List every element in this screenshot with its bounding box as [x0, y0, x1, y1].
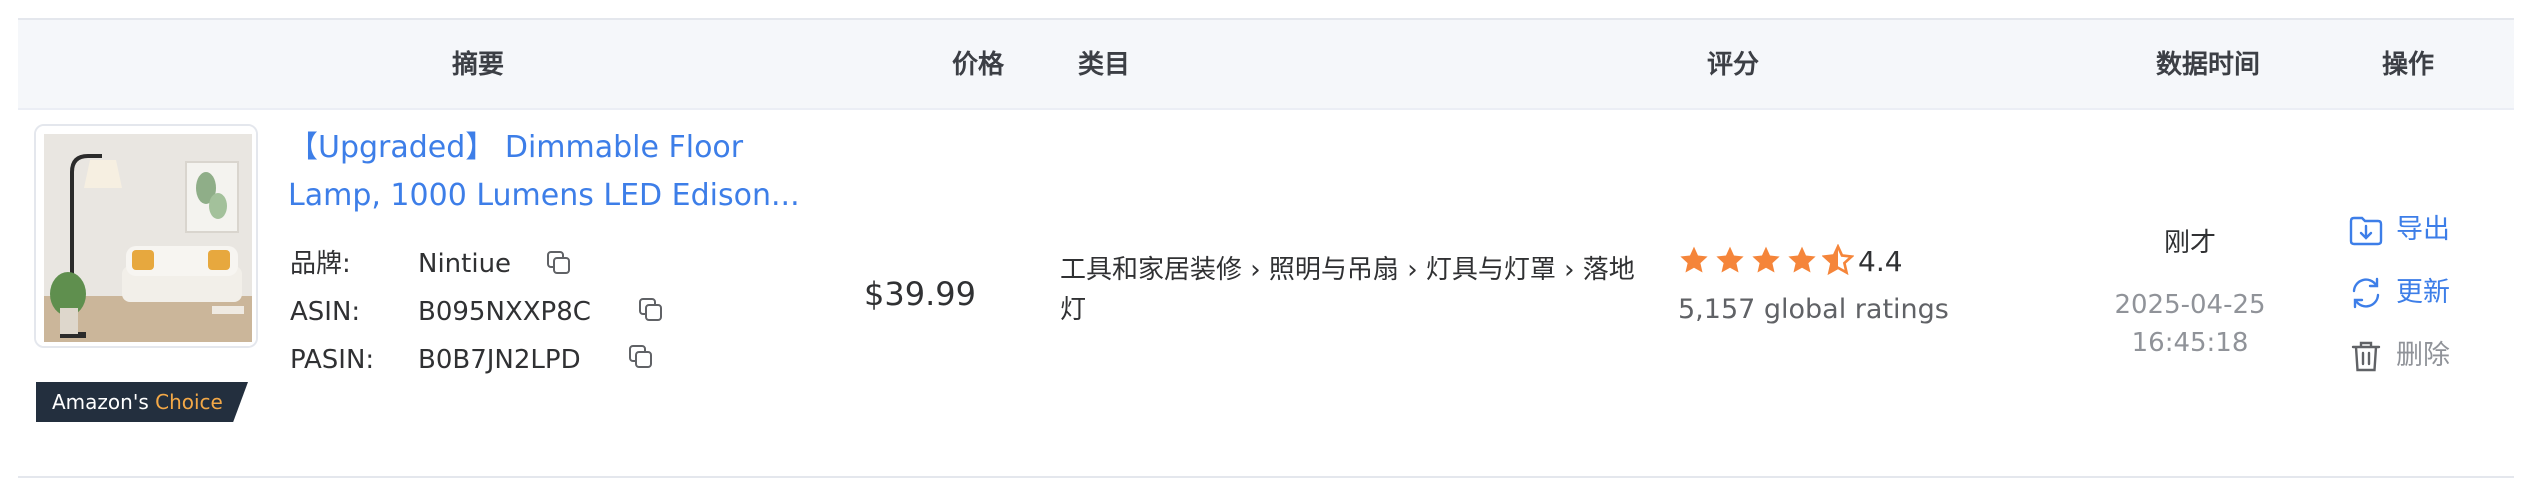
category-path: 工具和家居装修 › 照明与吊扇 › 灯具与灯罩 › 落地 灯: [1060, 250, 1660, 330]
category-line-1: 工具和家居装修 › 照明与吊扇 › 灯具与灯罩 › 落地: [1060, 255, 1635, 285]
star-rating: [1678, 244, 1858, 280]
data-time-date: 2025-04-25: [2114, 290, 2266, 320]
data-time-relative: 刚才: [2163, 228, 2216, 258]
column-header-rating: 评分: [1706, 50, 1759, 80]
asin-value: B095NXXP8C: [418, 297, 591, 327]
asin-label: ASIN:: [290, 297, 361, 327]
star-icon: [1788, 246, 1816, 273]
rating-count: 5,157 global ratings: [1678, 294, 1949, 325]
product-title-line-1: 【Upgraded】 Dimmable Floor: [288, 130, 744, 165]
brand-label: 品牌:: [290, 249, 351, 279]
pasin-row: PASIN: B0B7JN2LPD: [290, 340, 581, 380]
product-title-line-2: Lamp, 1000 Lumens LED Edison...: [288, 178, 800, 213]
star-icon: [1716, 246, 1744, 273]
folder-download-icon: [2349, 216, 2383, 246]
column-header-summary: 摘要: [451, 50, 504, 80]
column-header-price: 价格: [951, 50, 1004, 80]
copy-icon[interactable]: [628, 344, 654, 370]
data-time-clock: 16:45:18: [2131, 328, 2249, 358]
brand-value: Nintiue: [418, 249, 512, 279]
amazons-choice-badge: Amazon's Choice: [36, 382, 248, 422]
table-header: 摘要 价格 类目 评分 数据时间 操作: [18, 20, 2514, 110]
data-time-stamp: 2025-04-25 16:45:18: [2080, 286, 2300, 362]
brand-row: 品牌: Nintiue: [290, 244, 511, 284]
product-image[interactable]: [34, 124, 258, 348]
trash-icon: [2351, 341, 2381, 372]
copy-icon[interactable]: [546, 250, 572, 276]
column-header-category: 类目: [1078, 50, 1131, 80]
export-label: 导出: [2396, 214, 2450, 245]
column-header-actions: 操作: [2381, 50, 2434, 80]
pasin-value: B0B7JN2LPD: [418, 345, 581, 375]
rating-value: 4.4: [1858, 245, 1903, 278]
star-icon: [1680, 246, 1708, 273]
pasin-label: PASIN:: [290, 345, 375, 375]
product-price: $39.99: [864, 275, 976, 313]
badge-highlight: Choice: [155, 390, 223, 414]
update-label: 更新: [2396, 277, 2450, 308]
column-header-data-time: 数据时间: [2155, 50, 2260, 80]
refresh-icon: [2352, 277, 2380, 309]
star-icon: [1752, 246, 1780, 273]
half-star-icon: [1822, 244, 1854, 276]
copy-icon[interactable]: [638, 297, 664, 323]
badge-prefix: Amazon's: [52, 390, 149, 414]
delete-label: 删除: [2396, 340, 2450, 371]
category-line-2: 灯: [1060, 295, 1087, 325]
floor-lamp-photo: [36, 126, 256, 346]
product-title-link[interactable]: 【Upgraded】 Dimmable Floor Lamp, 1000 Lum…: [288, 124, 828, 220]
asin-row: ASIN: B095NXXP8C: [290, 292, 591, 332]
